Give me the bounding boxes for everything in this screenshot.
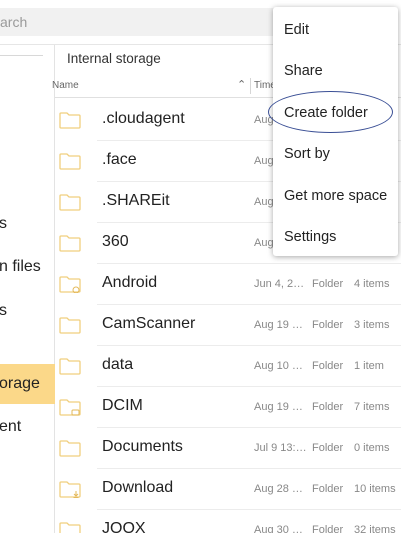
sort-chevron-icon[interactable]: ⌃	[237, 78, 246, 91]
file-type: Folder	[312, 319, 344, 331]
gear-folder-icon	[59, 275, 81, 294]
camera-folder-icon	[59, 398, 81, 416]
menu-item-sort-by[interactable]: Sort by	[273, 133, 398, 174]
file-name: Android	[102, 274, 158, 291]
file-row[interactable]: Android Jun 4, 2… Folder 4 items	[55, 264, 401, 305]
sidebar-item[interactable]: s	[0, 291, 55, 331]
column-separator	[250, 78, 251, 94]
folder-icon	[59, 439, 81, 457]
file-name: data	[102, 356, 134, 373]
file-item-count: 4 items	[354, 278, 390, 290]
folder-icon	[59, 234, 81, 252]
file-name: DCIM	[102, 397, 143, 414]
sidebar-item-recent[interactable]: ent	[0, 407, 55, 447]
file-name: .face	[102, 151, 137, 168]
file-name: JOOX	[102, 520, 146, 533]
file-date: Aug	[254, 237, 274, 249]
file-date: Aug 28 …	[254, 483, 303, 495]
file-name: Download	[102, 479, 174, 496]
file-type: Folder	[312, 360, 344, 372]
file-item-count: 10 items	[354, 483, 396, 495]
menu-item-edit[interactable]: Edit	[273, 9, 398, 50]
file-item-count: 0 items	[354, 442, 390, 454]
file-date: Aug 30 …	[254, 524, 303, 533]
folder-icon	[59, 521, 81, 533]
download-folder-icon	[59, 480, 81, 498]
sidebar-item[interactable]: s	[0, 204, 55, 244]
file-name: Documents	[102, 438, 183, 455]
sidebar-divider	[0, 55, 43, 56]
file-name: .cloudagent	[102, 110, 185, 127]
menu-item-share[interactable]: Share	[273, 50, 398, 91]
file-type: Folder	[312, 524, 344, 533]
highlight-ring	[268, 91, 393, 133]
file-date: Aug	[254, 155, 274, 167]
folder-icon	[59, 111, 81, 129]
file-date: Jul 9 13:…	[254, 442, 307, 454]
file-item-count: 1 item	[354, 360, 384, 372]
folder-icon	[59, 357, 81, 375]
sidebar-item-internal-storage[interactable]: orage	[0, 364, 55, 404]
file-item-count: 7 items	[354, 401, 390, 413]
folder-icon	[59, 193, 81, 211]
file-date: Aug 10 …	[254, 360, 303, 372]
search-input[interactable]	[0, 8, 294, 36]
search-placeholder: arch	[0, 14, 28, 30]
file-row[interactable]: CamScanner Aug 19 … Folder 3 items	[55, 305, 401, 346]
file-date: Jun 4, 2…	[254, 278, 305, 290]
file-row[interactable]: JOOX Aug 30 … Folder 32 items	[55, 510, 401, 533]
sidebar-item-files[interactable]: n files	[0, 247, 55, 287]
menu-item-settings[interactable]: Settings	[273, 216, 398, 257]
folder-icon	[59, 152, 81, 170]
file-name: 360	[102, 233, 129, 250]
menu-item-get-more-space[interactable]: Get more space	[273, 175, 398, 216]
file-name: CamScanner	[102, 315, 196, 332]
file-date: Aug 19 …	[254, 319, 303, 331]
sidebar: s n files s orage ent	[0, 45, 55, 533]
file-type: Folder	[312, 483, 344, 495]
file-row[interactable]: DCIM Aug 19 … Folder 7 items	[55, 387, 401, 428]
file-type: Folder	[312, 442, 344, 454]
file-date: Aug 19 …	[254, 401, 303, 413]
file-name: .SHAREit	[102, 192, 170, 209]
file-row[interactable]: Download Aug 28 … Folder 10 items	[55, 469, 401, 510]
file-row[interactable]: Documents Jul 9 13:… Folder 0 items	[55, 428, 401, 469]
folder-icon	[59, 316, 81, 334]
file-date: Aug	[254, 196, 274, 208]
file-type: Folder	[312, 278, 344, 290]
breadcrumb[interactable]: Internal storage	[67, 51, 161, 66]
file-item-count: 32 items	[354, 524, 396, 533]
file-item-count: 3 items	[354, 319, 390, 331]
file-type: Folder	[312, 401, 344, 413]
column-name[interactable]: Name	[52, 80, 79, 91]
file-row[interactable]: data Aug 10 … Folder 1 item	[55, 346, 401, 387]
